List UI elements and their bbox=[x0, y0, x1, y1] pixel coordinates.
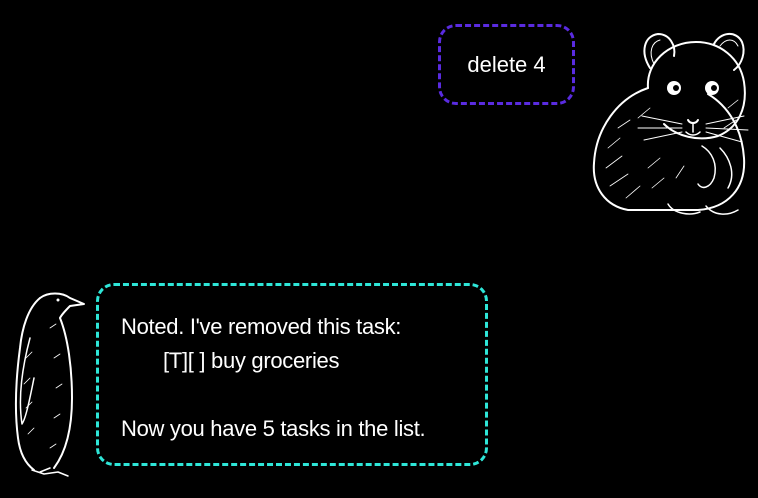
hamster-icon bbox=[578, 28, 754, 220]
bot-message-bubble: Noted. I've removed this task: [T][ ] bu… bbox=[96, 283, 488, 466]
bot-message-line-1: Noted. I've removed this task: bbox=[121, 314, 402, 339]
penguin-icon bbox=[0, 288, 90, 478]
user-message-text: delete 4 bbox=[467, 51, 546, 77]
bot-message-line-3 bbox=[121, 378, 465, 412]
bot-message-line-2: [T][ ] buy groceries bbox=[163, 348, 340, 373]
bot-message-line-4: Now you have 5 tasks in the list. bbox=[121, 416, 426, 441]
user-message-bubble: delete 4 bbox=[438, 24, 575, 105]
